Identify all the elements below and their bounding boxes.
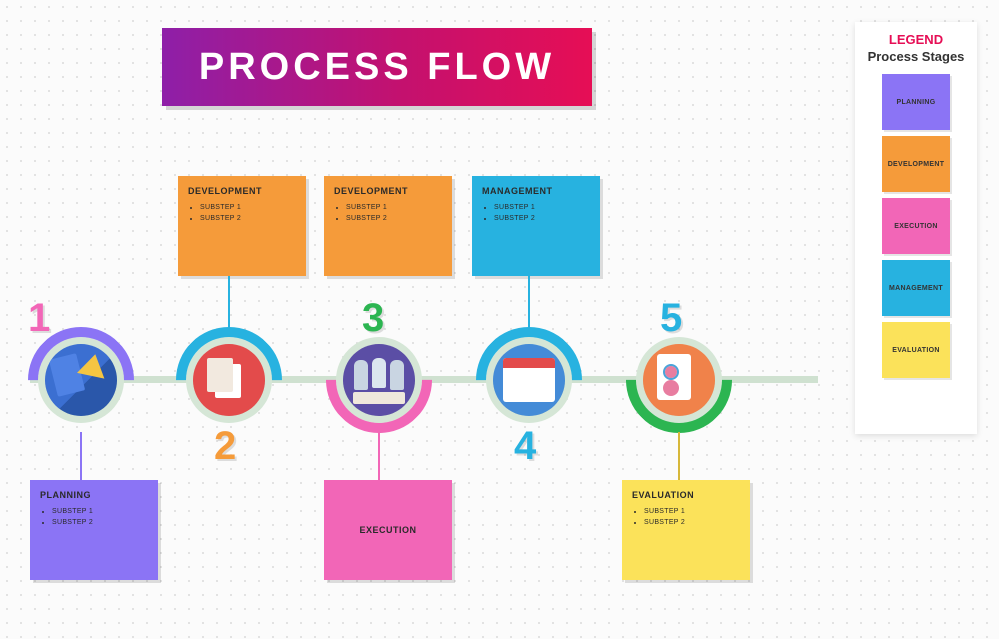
stage-node-execution [336,337,422,423]
title-banner: PROCESS FLOW [162,28,592,106]
card-substeps: SUBSTEP 1 SUBSTEP 2 [632,506,740,528]
card-substeps: SUBSTEP 1 SUBSTEP 2 [188,202,296,224]
clipboard-icon [643,344,715,416]
card-substeps: SUBSTEP 1 SUBSTEP 2 [482,202,590,224]
connector-execution [378,432,380,480]
stage-card-development-extra: DEVELOPMENT SUBSTEP 1 SUBSTEP 2 [324,176,452,276]
legend-swatch-evaluation: EVALUATION [882,322,950,378]
stage-card-management: MANAGEMENT SUBSTEP 1 SUBSTEP 2 [472,176,600,276]
stage-card-evaluation: EVALUATION SUBSTEP 1 SUBSTEP 2 [622,480,750,580]
page-title: PROCESS FLOW [199,46,555,89]
stage-number-1: 1 [28,296,50,341]
card-substeps: SUBSTEP 1 SUBSTEP 2 [40,506,148,528]
stage-node-development [186,337,272,423]
stage-card-development: DEVELOPMENT SUBSTEP 1 SUBSTEP 2 [178,176,306,276]
connector-management [528,276,530,328]
legend-swatch-planning: PLANNING [882,74,950,130]
legend-swatch-management: MANAGEMENT [882,260,950,316]
card-title: MANAGEMENT [482,186,590,196]
stage-node-evaluation [636,337,722,423]
connector-evaluation [678,432,680,480]
card-title: EVALUATION [632,490,740,500]
connector-planning [80,432,82,480]
card-title: DEVELOPMENT [334,186,442,196]
blueprint-icon [45,344,117,416]
card-substeps: SUBSTEP 1 SUBSTEP 2 [334,202,442,224]
legend-panel: LEGEND Process Stages PLANNING DEVELOPME… [855,22,977,434]
documents-icon [193,344,265,416]
legend-swatch-execution: EXECUTION [882,198,950,254]
stage-card-execution: EXECUTION [324,480,452,580]
stage-card-planning: PLANNING SUBSTEP 1 SUBSTEP 2 [30,480,158,580]
card-title: DEVELOPMENT [188,186,296,196]
stage-number-4: 4 [514,424,536,469]
stage-node-management [486,337,572,423]
legend-swatch-development: DEVELOPMENT [882,136,950,192]
browser-icon [493,344,565,416]
stage-node-planning [38,337,124,423]
card-title: EXECUTION [359,525,416,535]
legend-heading: LEGEND [865,32,967,47]
chess-icon [343,344,415,416]
legend-subheading: Process Stages [865,49,967,64]
card-title: PLANNING [40,490,148,500]
connector-development [228,276,230,328]
stage-number-2: 2 [214,424,236,469]
